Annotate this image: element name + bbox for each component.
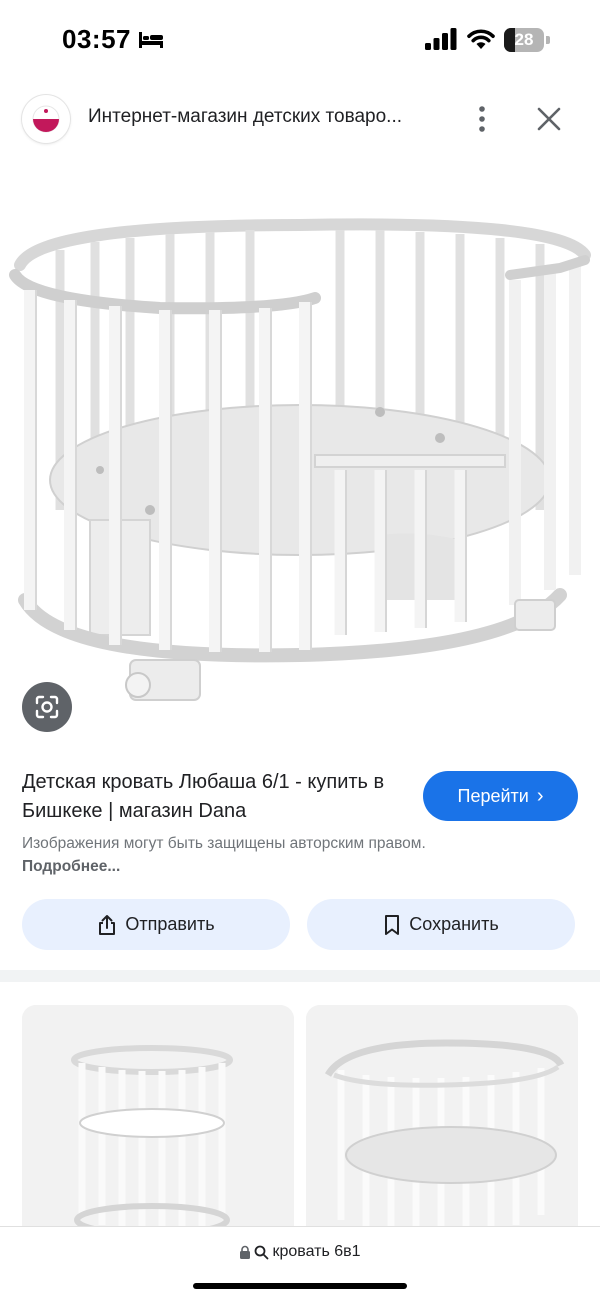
url-bar[interactable]: кровать 6в1 — [0, 1243, 600, 1261]
lens-search-button[interactable] — [22, 682, 72, 732]
copyright-notice: Изображения могут быть защищены авторски… — [22, 832, 432, 878]
status-time: 03:57 — [62, 24, 131, 54]
lock-icon — [240, 1245, 251, 1259]
battery-tip — [546, 36, 550, 44]
learn-more-link[interactable]: Подробнее... — [22, 858, 120, 875]
more-vertical-icon[interactable] — [470, 104, 494, 134]
signal-icon — [425, 28, 457, 50]
section-divider — [0, 970, 600, 982]
save-button-label: Сохранить — [409, 914, 499, 934]
main-product-image[interactable] — [0, 180, 600, 740]
battery-level: 28 — [514, 30, 534, 49]
visit-button[interactable]: Перейти › — [423, 771, 578, 821]
visit-button-label: Перейти — [457, 785, 529, 806]
share-button-label: Отправить — [125, 914, 215, 934]
status-bar: 03:57 28 — [0, 0, 600, 80]
related-crib-image-oval — [306, 1005, 578, 1245]
share-icon — [99, 914, 116, 935]
browser-bottom-bar: кровать 6в1 — [0, 1226, 600, 1300]
copyright-text: Изображения могут быть защищены авторски… — [22, 835, 426, 852]
share-button[interactable]: Отправить — [22, 899, 290, 950]
related-image-1[interactable] — [22, 1005, 294, 1245]
bookmark-icon — [385, 914, 400, 935]
site-logo[interactable] — [22, 95, 70, 143]
result-title[interactable]: Детская кровать Любаша 6/1 - купить в Би… — [22, 768, 402, 826]
close-icon[interactable] — [536, 106, 562, 132]
chevron-right-icon: › — [536, 784, 544, 807]
wifi-icon — [467, 29, 495, 49]
save-button[interactable]: Сохранить — [307, 899, 575, 950]
battery-body: 28 — [504, 28, 544, 52]
viewer-header: Интернет-магазин детских товаро... — [0, 90, 600, 150]
battery-icon: 28 — [504, 28, 550, 52]
site-logo-icon — [32, 105, 60, 133]
lens-icon — [35, 695, 59, 719]
related-image-2[interactable] — [306, 1005, 578, 1245]
home-indicator[interactable] — [193, 1283, 407, 1289]
search-icon — [255, 1245, 269, 1259]
site-title[interactable]: Интернет-магазин детских товаро... — [88, 106, 448, 128]
url-text: кровать 6в1 — [272, 1243, 361, 1260]
related-crib-image-round — [22, 1005, 294, 1245]
bed-icon — [139, 32, 163, 48]
